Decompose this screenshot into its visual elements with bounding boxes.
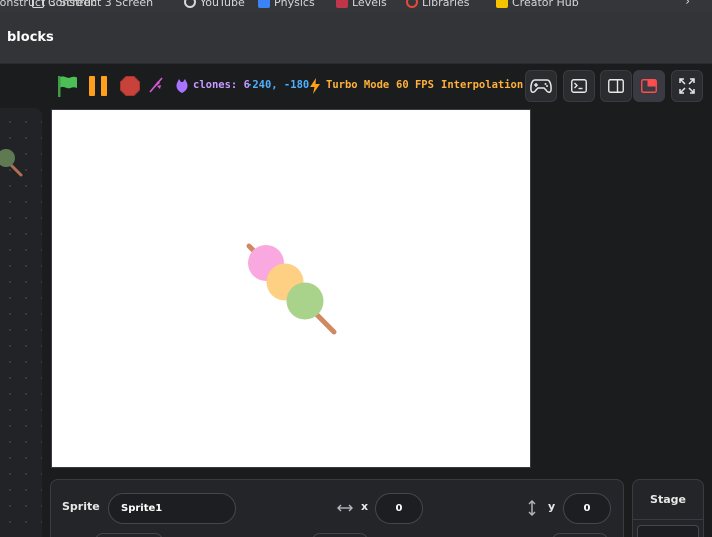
y-input[interactable]: 0: [563, 493, 611, 524]
stop-icon[interactable]: [120, 76, 140, 96]
small-stage-button[interactable]: [600, 70, 632, 102]
bookmark-item[interactable]: Libraries: [406, 0, 470, 10]
bookmark-label: Levels: [352, 0, 387, 9]
turbo-mode-label: Turbo Mode: [326, 79, 390, 91]
gamepad-icon: [530, 79, 552, 93]
small-stage-icon: [608, 79, 624, 93]
bookmarks-bar: Construct 3 Screen Construct 3 Screen Yo…: [0, 0, 712, 12]
page-icon: [32, 0, 44, 8]
fps-label: 60 FPS: [396, 79, 434, 91]
fullscreen-button[interactable]: [671, 70, 703, 102]
large-stage-icon: [641, 79, 657, 93]
stage-thumbnail: [637, 525, 699, 537]
bookmark-label: Creator Hub: [512, 0, 579, 9]
project-title: blocks: [7, 30, 54, 45]
bookmark-item[interactable]: Levels: [336, 0, 387, 10]
bookmark-label: YouTube: [200, 0, 245, 9]
bookmark-label: Libraries: [422, 0, 470, 9]
bookmark-label: Construct 3 Screen: [48, 0, 154, 9]
youtube-icon: [184, 0, 196, 8]
bookmark-item[interactable]: Physics: [258, 0, 315, 10]
y-value: 0: [583, 503, 591, 514]
bookmark-item[interactable]: YouTube: [184, 0, 245, 10]
terminal-icon: [571, 79, 587, 93]
mute-icon[interactable]: [148, 77, 164, 93]
gamepad-button[interactable]: [525, 70, 557, 102]
size-input[interactable]: [312, 533, 368, 537]
fullscreen-icon: [679, 78, 695, 94]
direction-input[interactable]: [552, 533, 608, 537]
bookmark-icon: [496, 0, 508, 8]
chevron-right-icon[interactable]: ›: [685, 0, 690, 8]
stage-canvas[interactable]: [51, 109, 531, 468]
interpolation-label: Interpolation: [441, 79, 524, 91]
turbo-bolt-icon: [310, 78, 320, 94]
sprite-preview-icon: [0, 149, 23, 177]
sprite-label: Sprite: [62, 500, 100, 513]
large-stage-button[interactable]: [633, 70, 665, 102]
x-label: x: [361, 500, 369, 513]
coords-value: -240, -180: [246, 79, 310, 91]
bookmark-icon: [406, 0, 418, 8]
show-toggle[interactable]: [95, 533, 163, 537]
stage-label: Stage: [650, 493, 686, 506]
vertical-arrows-icon: [528, 500, 536, 516]
x-value: 0: [395, 503, 403, 514]
bookmark-item[interactable]: Creator Hub: [496, 0, 579, 10]
sprite-name-input[interactable]: Sprite1: [108, 493, 236, 524]
y-label: y: [548, 500, 556, 513]
x-input[interactable]: 0: [375, 493, 423, 524]
clone-icon: [176, 79, 188, 93]
code-area[interactable]: [0, 108, 42, 537]
horizontal-arrows-icon: [337, 504, 353, 512]
project-title-bar: blocks: [0, 12, 712, 64]
pause-button[interactable]: [89, 76, 109, 96]
bookmark-icon: [258, 0, 270, 8]
dango-sprite[interactable]: [242, 240, 352, 340]
divider: [633, 519, 703, 520]
green-flag-icon[interactable]: [55, 74, 79, 98]
mouse-coords: -240, -180: [246, 79, 309, 91]
sprite-name-value: Sprite1: [121, 503, 163, 514]
console-button[interactable]: [563, 70, 595, 102]
bookmark-label: Physics: [274, 0, 315, 9]
bookmark-icon: [336, 0, 348, 8]
bookmark-item[interactable]: Construct 3 Screen: [32, 0, 153, 10]
stage-target-panel[interactable]: Stage: [632, 479, 704, 537]
clones-label: clones:: [193, 79, 238, 91]
clone-counter: clones: 6: [193, 79, 250, 91]
